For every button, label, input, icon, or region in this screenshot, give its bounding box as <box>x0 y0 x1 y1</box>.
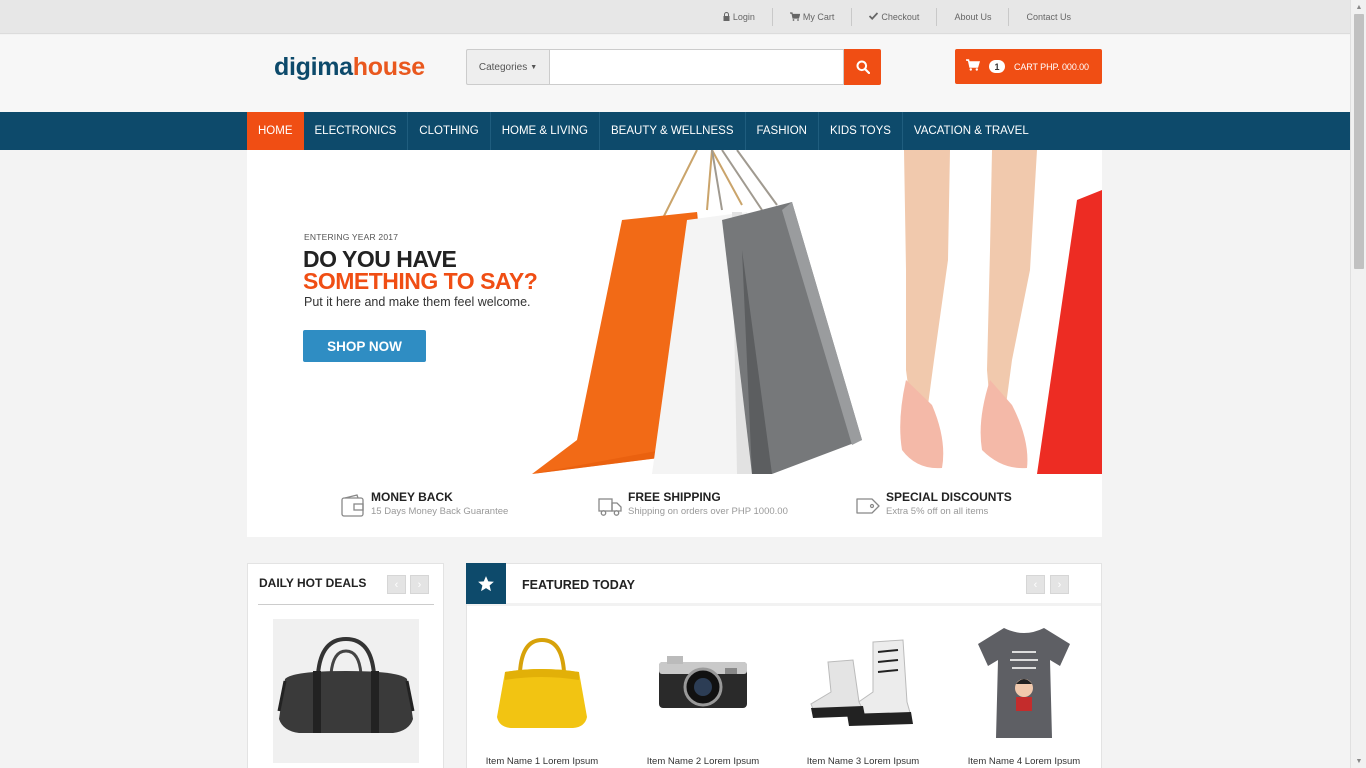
feature-description: 15 Days Money Back Guarantee <box>371 506 509 517</box>
cart-count-badge: 1 <box>989 60 1005 73</box>
product-card[interactable]: Item Name 3 Lorem Ipsum <box>788 619 938 767</box>
checkout-label: Checkout <box>881 12 920 22</box>
nav-item-fashion[interactable]: FASHION <box>746 112 819 150</box>
featured-prev-button[interactable]: ‹ <box>1026 575 1045 594</box>
categories-label: Categories <box>478 61 528 73</box>
chevron-right-icon: › <box>1057 578 1062 591</box>
contact-us-label: Contact Us <box>1026 12 1071 22</box>
logo-text-part2: house <box>352 53 425 81</box>
nav-item-electronics[interactable]: ELECTRONICS <box>304 112 409 150</box>
check-icon <box>869 12 879 22</box>
product-card[interactable]: Item Name 4 Lorem Ipsum <box>949 619 1099 767</box>
chevron-left-icon: ‹ <box>394 578 399 591</box>
divider <box>258 604 434 605</box>
top-bar: Login My Cart Checkout About Us Contact … <box>0 0 1350 34</box>
product-name[interactable]: Item Name 3 Lorem Ipsum <box>788 756 938 767</box>
feature-money-back: MONEY BACK 15 Days Money Back Guarantee <box>341 490 508 518</box>
nav-item-beauty-wellness[interactable]: BEAUTY & WELLNESS <box>600 112 746 150</box>
hero-banner: ENTERING YEAR 2017 DO YOU HAVE SOMETHING… <box>247 150 1102 537</box>
lock-icon <box>723 11 730 23</box>
feature-title: MONEY BACK <box>371 490 453 504</box>
header: digimahouse Categories ▼ 1 CART PHP. 000… <box>0 35 1350 112</box>
deals-title: DAILY HOT DEALS <box>259 576 367 590</box>
product-name[interactable]: Item Name 4 Lorem Ipsum <box>949 756 1099 767</box>
product-name[interactable]: Item Name 2 Lorem Ipsum <box>628 756 778 767</box>
tag-icon <box>856 498 880 514</box>
hero-slide: ENTERING YEAR 2017 DO YOU HAVE SOMETHING… <box>247 150 1102 474</box>
product-image-tshirt[interactable] <box>949 619 1099 744</box>
feature-description: Shipping on orders over PHP 1000.00 <box>628 506 788 517</box>
my-cart-label: My Cart <box>802 12 835 22</box>
login-link[interactable]: Login <box>706 8 772 26</box>
about-us-label: About Us <box>954 12 992 22</box>
caret-down-icon: ▼ <box>530 63 538 71</box>
featured-title: FEATURED TODAY <box>522 578 635 592</box>
featured-header: FEATURED TODAY ‹ › <box>466 563 1101 606</box>
nav-items: HOME ELECTRONICS CLOTHING HOME & LIVING … <box>247 112 1040 150</box>
scrollbar-thumb[interactable] <box>1354 14 1364 269</box>
product-image-camera[interactable] <box>628 619 778 744</box>
nav-item-home[interactable]: HOME <box>247 112 304 150</box>
login-label: Login <box>732 12 755 22</box>
page-scrollbar[interactable]: ▲ ▼ <box>1350 0 1366 768</box>
feature-title: FREE SHIPPING <box>628 490 721 504</box>
top-links: Login My Cart Checkout About Us Contact … <box>706 0 1088 34</box>
feature-title: SPECIAL DISCOUNTS <box>886 490 1012 504</box>
search-bar: Categories ▼ <box>466 49 881 85</box>
featured-next-button[interactable]: › <box>1050 575 1069 594</box>
feature-special-discounts: SPECIAL DISCOUNTS Extra 5% off on all it… <box>856 490 1012 518</box>
search-button[interactable] <box>844 49 881 85</box>
daily-hot-deals-panel: DAILY HOT DEALS ‹ › <box>247 563 444 768</box>
product-image-boots[interactable] <box>788 619 938 744</box>
product-name[interactable]: Item Name 1 Lorem Ipsum <box>467 756 617 767</box>
search-input[interactable] <box>549 49 844 85</box>
cart-icon <box>966 58 981 76</box>
nav-item-kids-toys[interactable]: KIDS TOYS <box>819 112 903 150</box>
product-card[interactable]: Item Name 2 Lorem Ipsum <box>628 619 778 767</box>
featured-today-panel: FEATURED TODAY ‹ › Item Name 1 Lorem Ips… <box>466 563 1102 768</box>
product-card[interactable]: Item Name 1 Lorem Ipsum <box>467 619 617 767</box>
deals-prev-button[interactable]: ‹ <box>387 575 406 594</box>
wallet-icon <box>341 494 364 517</box>
hero-description: Put it here and make them feel welcome. <box>304 295 531 309</box>
categories-dropdown[interactable]: Categories ▼ <box>466 49 549 85</box>
features-strip: MONEY BACK 15 Days Money Back Guarantee … <box>247 474 1102 537</box>
logo-text-part1: digima <box>274 53 353 81</box>
cart-total-label: CART PHP. 000.00 <box>1014 61 1089 72</box>
star-icon <box>478 575 494 591</box>
star-badge <box>466 563 506 604</box>
about-us-link[interactable]: About Us <box>936 8 1008 26</box>
hero-title-line2: SOMETHING TO SAY? <box>303 268 538 294</box>
search-icon <box>856 60 870 74</box>
shop-now-button[interactable]: SHOP NOW <box>303 330 426 362</box>
feature-description: Extra 5% off on all items <box>886 506 989 517</box>
chevron-right-icon: › <box>417 578 422 591</box>
product-image-handbag[interactable] <box>467 619 617 744</box>
scroll-up-arrow-icon[interactable]: ▲ <box>1351 0 1366 14</box>
deals-next-button[interactable]: › <box>410 575 429 594</box>
nav-item-vacation-travel[interactable]: VACATION & TRAVEL <box>903 112 1040 150</box>
scroll-down-arrow-icon[interactable]: ▼ <box>1351 754 1366 768</box>
checkout-link[interactable]: Checkout <box>851 8 936 26</box>
nav-item-clothing[interactable]: CLOTHING <box>408 112 491 150</box>
logo[interactable]: digimahouse <box>274 53 425 82</box>
chevron-left-icon: ‹ <box>1033 578 1038 591</box>
nav-item-home-living[interactable]: HOME & LIVING <box>491 112 600 150</box>
deal-product-image[interactable] <box>273 619 419 763</box>
contact-us-link[interactable]: Contact Us <box>1008 8 1088 26</box>
truck-icon <box>598 498 622 516</box>
my-cart-link[interactable]: My Cart <box>771 8 852 26</box>
shopping-bags-image <box>532 150 1102 474</box>
hero-subtitle: ENTERING YEAR 2017 <box>304 232 399 242</box>
main-nav: HOME ELECTRONICS CLOTHING HOME & LIVING … <box>0 112 1350 150</box>
cart-button[interactable]: 1 CART PHP. 000.00 <box>955 49 1102 84</box>
feature-free-shipping: FREE SHIPPING Shipping on orders over PH… <box>598 490 788 518</box>
cart-icon <box>789 11 801 23</box>
